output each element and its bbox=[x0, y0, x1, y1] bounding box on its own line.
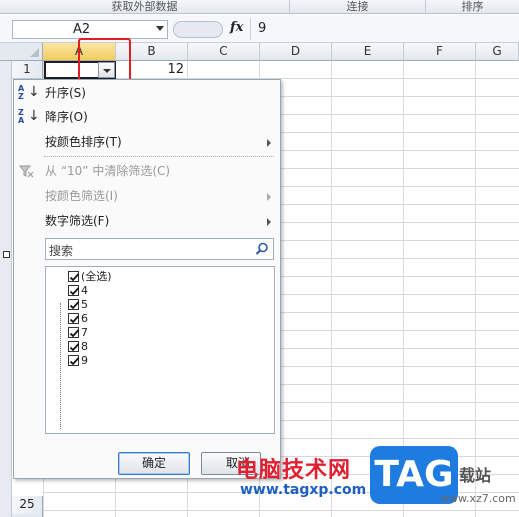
tree-connector bbox=[60, 303, 61, 429]
menu-item-sort-descending[interactable]: Z A ↓ 降序(O) bbox=[14, 106, 280, 128]
filter-values-list[interactable]: (全选) 4 5 6 7 8 9 bbox=[45, 266, 275, 434]
column-header-g[interactable]: G bbox=[476, 43, 519, 61]
column-header-c[interactable]: C bbox=[188, 43, 260, 61]
chevron-down-icon[interactable] bbox=[156, 26, 164, 31]
list-item-label: 7 bbox=[81, 326, 88, 339]
column-header-e[interactable]: E bbox=[332, 43, 404, 61]
highlight-annotation-box bbox=[78, 38, 131, 82]
list-item-label: 8 bbox=[81, 340, 88, 353]
select-all-corner[interactable] bbox=[0, 43, 43, 61]
ok-button[interactable]: 确定 bbox=[118, 452, 190, 475]
menu-item-label: 数字筛选(F) bbox=[45, 214, 110, 228]
row-header-1[interactable]: 1 bbox=[12, 61, 43, 79]
ribbon-group-sort: 排序 bbox=[461, 0, 484, 13]
menu-item-sort-by-color[interactable]: 按颜色排序(T) bbox=[14, 131, 280, 153]
watermark-station-text: 载站 bbox=[459, 466, 492, 485]
menu-item-label: 按颜色筛选(I) bbox=[45, 189, 118, 203]
menu-item-filter-by-color: 按颜色筛选(I) bbox=[14, 185, 280, 207]
list-item-label: (全选) bbox=[81, 270, 112, 283]
checkbox-checked[interactable] bbox=[68, 327, 80, 338]
ribbon-group-connections: 连接 bbox=[290, 0, 426, 14]
watermark-url-secondary: www.xz7.com bbox=[440, 492, 516, 505]
checkbox-checked[interactable] bbox=[68, 285, 80, 296]
checkbox-checked[interactable] bbox=[68, 341, 80, 352]
name-box-value: A2 bbox=[73, 22, 91, 37]
menu-item-label: 从 “10” 中清除筛选(C) bbox=[45, 164, 171, 178]
resize-handle[interactable] bbox=[3, 251, 10, 258]
formula-input[interactable]: 9 bbox=[258, 21, 518, 40]
sort-ascending-icon: A Z ↓ bbox=[18, 84, 40, 101]
ribbon-group-strip: 获取外部数据 连接 排序 bbox=[0, 0, 519, 14]
column-header-d[interactable]: D bbox=[260, 43, 332, 61]
watermark-site-name: 电脑技术网 bbox=[236, 458, 352, 483]
column-header-f[interactable]: F bbox=[404, 43, 476, 61]
autofilter-menu: A Z ↓ 升序(S) Z A ↓ 降序(O) 按颜色排序(T) 从 “10” 中清除筛… bbox=[13, 79, 281, 479]
menu-item-clear-filter: 从 “10” 中清除筛选(C) bbox=[14, 160, 280, 182]
watermark-url: www.tagxp.com bbox=[240, 482, 367, 498]
search-placeholder: 搜索 bbox=[49, 244, 74, 258]
menu-item-number-filters[interactable]: 数字筛选(F) bbox=[14, 210, 280, 232]
search-icon[interactable] bbox=[255, 242, 269, 256]
menu-item-label: 降序(O) bbox=[45, 110, 88, 124]
submenu-arrow-icon bbox=[267, 218, 271, 226]
list-item-label: 6 bbox=[81, 312, 88, 325]
checkbox-checked[interactable] bbox=[68, 313, 80, 324]
insert-function-icon[interactable]: fx bbox=[230, 20, 243, 35]
row-header-25[interactable]: 25 bbox=[12, 496, 43, 514]
menu-item-label: 升序(S) bbox=[45, 86, 86, 100]
menu-separator bbox=[44, 156, 274, 157]
formula-bar-resize-handle[interactable] bbox=[173, 21, 223, 38]
list-item-label: 9 bbox=[81, 354, 88, 367]
name-box[interactable]: A2 bbox=[12, 20, 168, 39]
menu-item-label: 按颜色排序(T) bbox=[45, 135, 122, 149]
list-item-label: 4 bbox=[81, 284, 88, 297]
submenu-arrow-icon bbox=[267, 139, 271, 147]
checkbox-checked[interactable] bbox=[68, 271, 80, 282]
formula-bar-divider bbox=[250, 18, 251, 40]
checkbox-checked[interactable] bbox=[68, 355, 80, 366]
checkbox-checked[interactable] bbox=[68, 299, 80, 310]
ribbon-group-get-external-data: 获取外部数据 bbox=[0, 0, 290, 14]
list-item-label: 5 bbox=[81, 298, 88, 311]
submenu-arrow-icon bbox=[267, 193, 271, 201]
filter-search-input[interactable]: 搜索 bbox=[45, 238, 274, 260]
left-margin-bar bbox=[0, 61, 12, 517]
clear-filter-icon bbox=[18, 163, 36, 179]
menu-item-sort-ascending[interactable]: A Z ↓ 升序(S) bbox=[14, 82, 280, 104]
sort-descending-icon: Z A ↓ bbox=[18, 108, 40, 125]
